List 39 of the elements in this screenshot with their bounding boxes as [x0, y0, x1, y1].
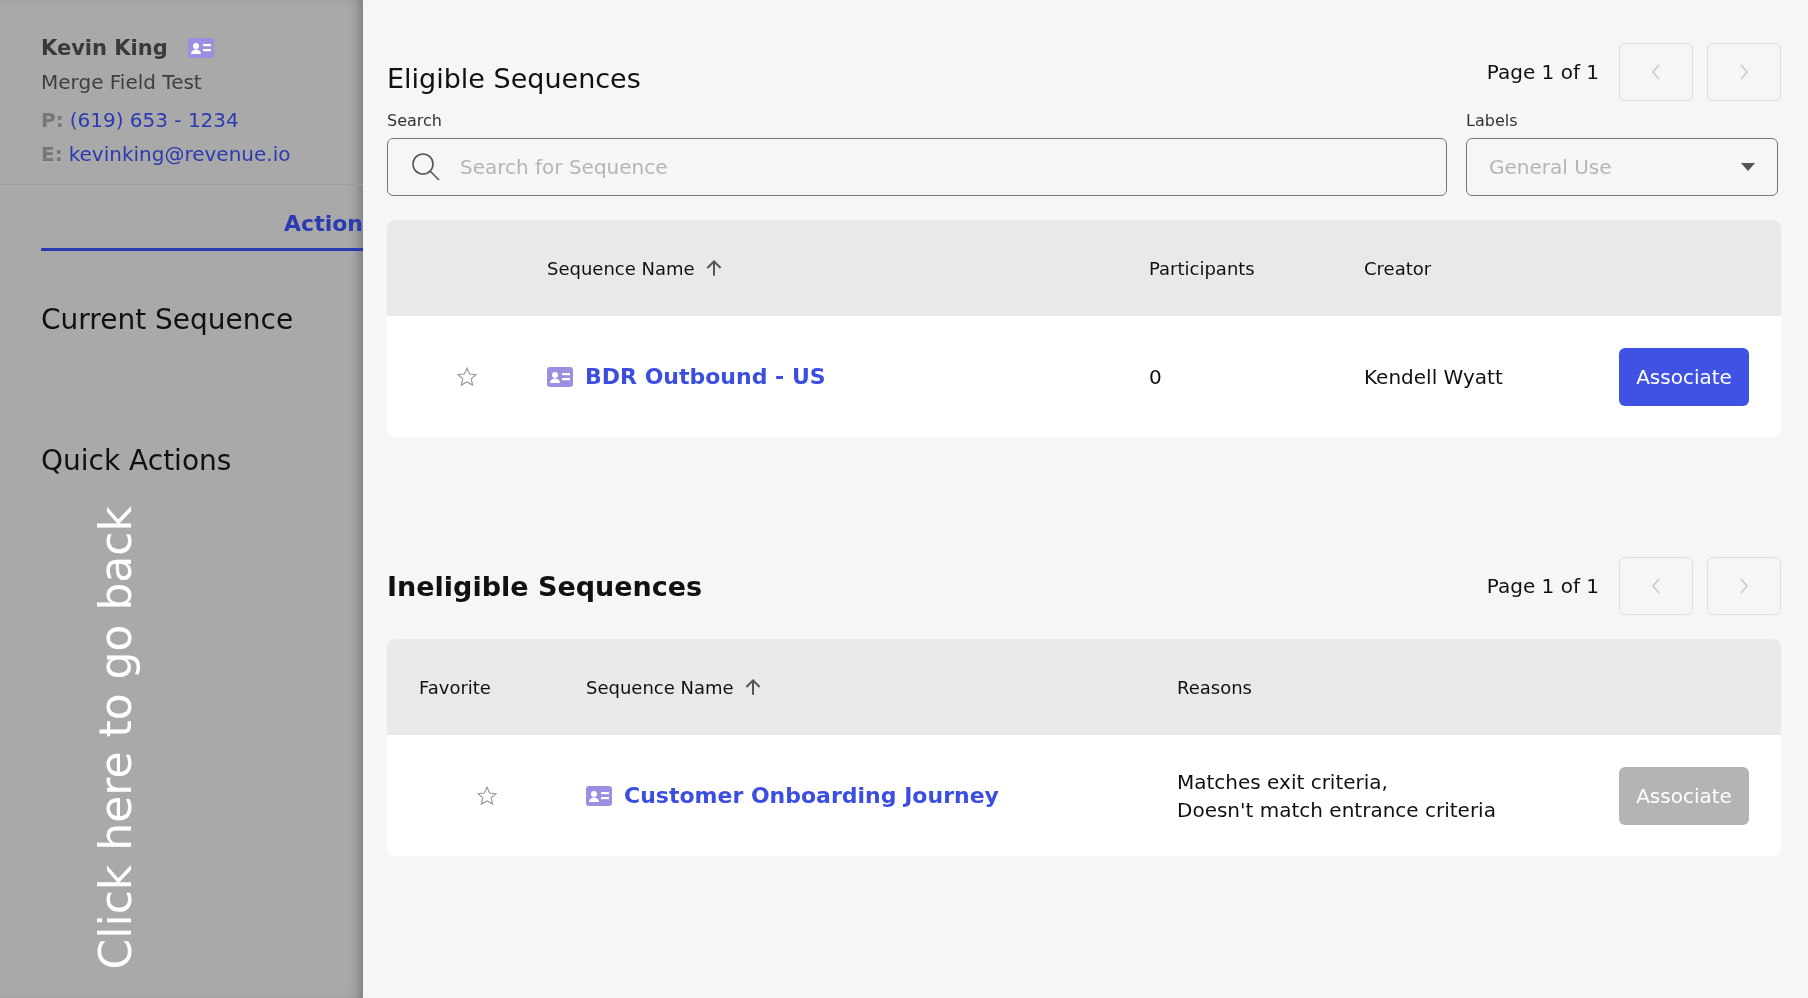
table-cell-text: Kendell Wyatt [1364, 364, 1504, 389]
contact-card-icon [187, 38, 214, 58]
chevron-left-icon [1651, 578, 1661, 594]
section-title: Ineligible Sequences [387, 570, 704, 602]
sequence-link[interactable]: BDR Outbound - US [585, 364, 826, 389]
search-icon [411, 152, 441, 182]
phone-link[interactable]: (619) 653 - 1234 [69, 108, 239, 132]
contact-name: Kevin King [41, 36, 168, 60]
column-header[interactable]: Sequence Name [586, 676, 734, 698]
email-link[interactable]: kevinking@revenue.io [68, 142, 291, 166]
section-title: Eligible Sequences [387, 62, 642, 94]
page-indicator: Page 1 of 1 [1486, 60, 1599, 84]
go-back-overlay-label[interactable]: Click here to go back [94, 506, 138, 970]
section-heading: Quick Actions [41, 444, 233, 477]
sequence-link[interactable]: Customer Onboarding Journey [624, 783, 999, 808]
associate-button[interactable]: Associate [1619, 347, 1749, 406]
contact-card-icon [586, 785, 612, 806]
caret-icon [1741, 163, 1755, 171]
column-header: Reasons [1177, 676, 1253, 698]
reason-text: Doesn't match entrance criteria [1177, 796, 1497, 824]
chevron-right-icon [1739, 64, 1749, 80]
section-heading: Current Sequence [41, 303, 295, 336]
contact-subtitle: Merge Field Test [41, 70, 203, 94]
column-header: Participants [1149, 257, 1256, 279]
search-field[interactable]: Search for Sequence [387, 138, 1447, 196]
field-label: Search [387, 111, 443, 130]
chevron-right-icon [1739, 578, 1749, 594]
table-cell-text: 0 [1149, 364, 1163, 389]
reason-text: Matches exit criteria, [1177, 768, 1389, 796]
field-label: Labels [1466, 111, 1519, 130]
contact-card-icon [547, 366, 573, 387]
page-indicator: Page 1 of 1 [1486, 574, 1599, 598]
labels-dropdown[interactable]: General Use [1466, 138, 1778, 196]
star-icon[interactable] [456, 365, 478, 388]
column-header: Creator [1364, 257, 1433, 279]
star-icon[interactable] [475, 784, 498, 807]
column-header: Favorite [418, 676, 492, 698]
chevron-left-icon [1651, 64, 1661, 80]
column-header[interactable]: Sequence Name [547, 257, 695, 279]
